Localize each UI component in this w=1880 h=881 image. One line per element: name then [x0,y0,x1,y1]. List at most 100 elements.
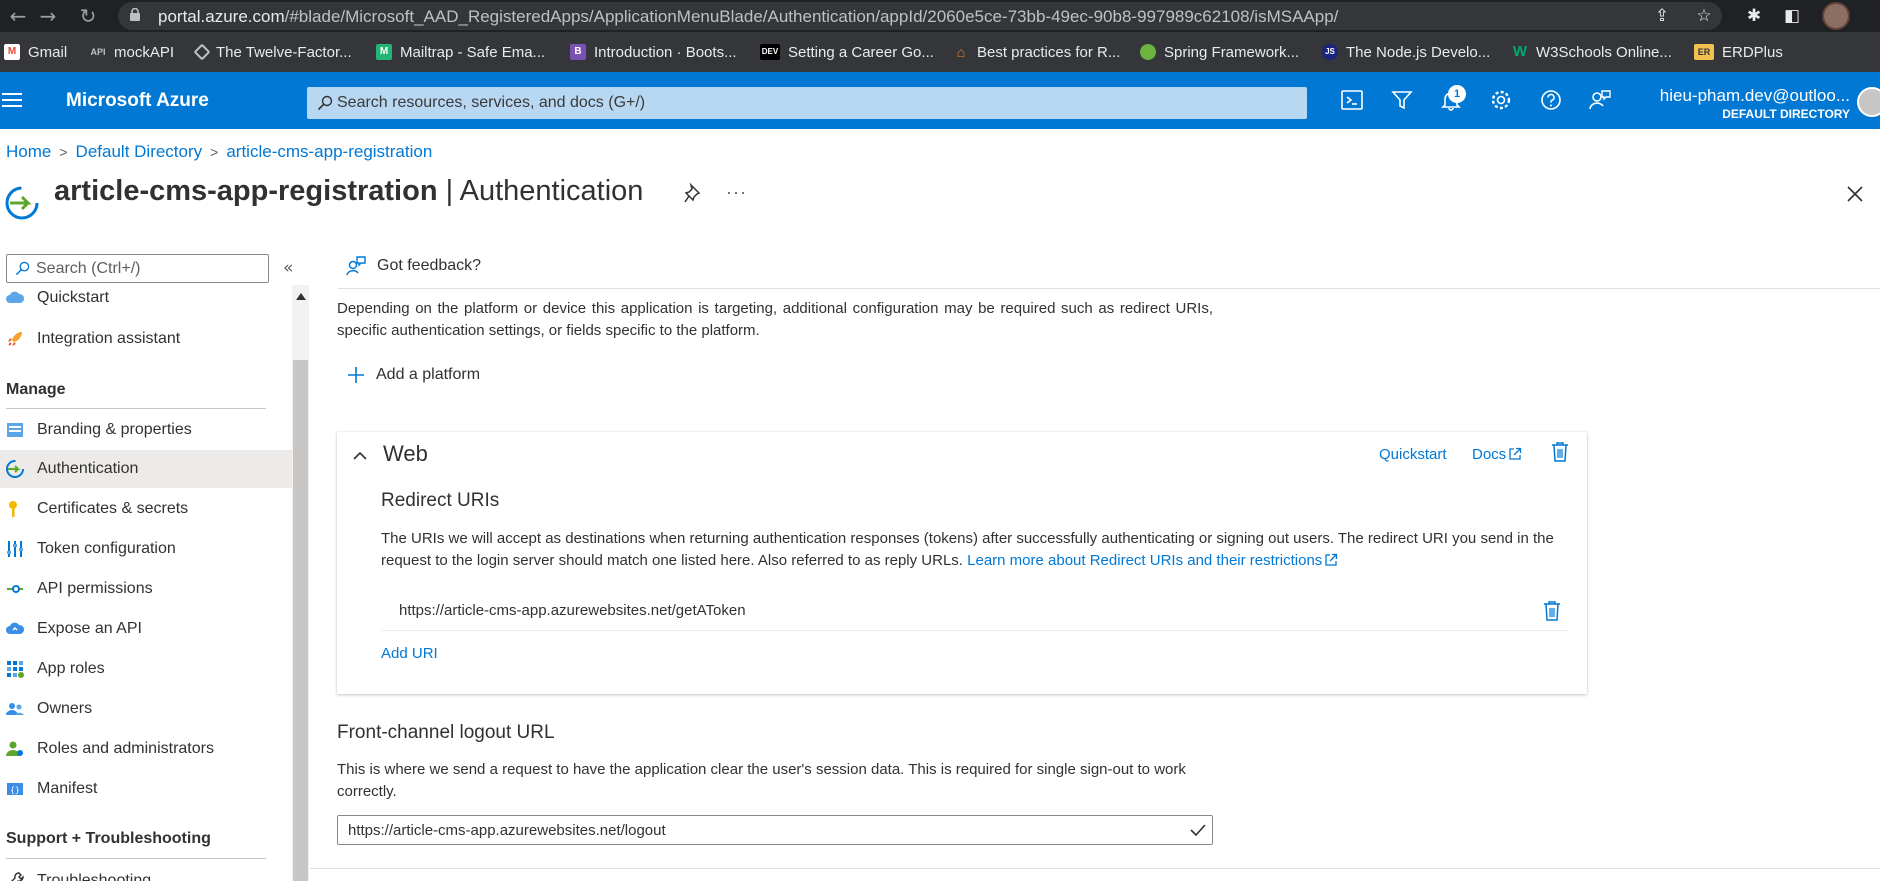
delete-uri-trash-icon[interactable] [1543,600,1561,622]
account-avatar[interactable] [1857,87,1880,117]
bookmark-gmail[interactable]: M Gmail [4,42,67,62]
bookmark-bootstrap[interactable]: B Introduction · Boots... [570,42,737,62]
sidebar-item-troubleshooting[interactable]: Troubleshooting [0,862,292,881]
bookmark-stackoverflow[interactable]: ⌂ Best practices for R... [953,42,1121,62]
back-arrow-icon[interactable]: ← [6,4,30,28]
got-feedback-button[interactable]: Got feedback? [345,255,481,277]
spring-icon [1140,44,1156,60]
global-search[interactable] [307,87,1307,119]
address-bar[interactable]: portal.azure.com/#blade/Microsoft_AAD_Re… [118,2,1722,30]
feedback-label: Got feedback? [377,257,482,274]
breadcrumb-default-directory[interactable]: Default Directory [76,142,203,162]
sidebar-item-api-permissions[interactable]: API permissions [0,570,292,608]
docs-link[interactable]: Docs [1472,446,1522,463]
sidebar-item-label: Troubleshooting [37,872,152,881]
add-platform-button[interactable]: Add a platform [346,365,480,385]
sidebar-search-input[interactable] [36,255,264,282]
breadcrumb-app-registration[interactable]: article-cms-app-registration [226,142,432,162]
w3schools-icon: W [1512,43,1528,60]
account-menu[interactable]: hieu-pham.dev@outloo... DEFAULT DIRECTOR… [1650,86,1850,121]
sidebar-section-support: Support + Troubleshooting [6,830,211,847]
sidebar-item-manifest[interactable]: {} Manifest [0,770,292,808]
extensions-puzzle-icon[interactable]: ✱ [1742,4,1766,28]
front-channel-logout-field[interactable] [337,815,1213,845]
sidebar-item-owners[interactable]: Owners [0,690,292,728]
sidebar-scroll-thumb[interactable] [293,360,308,881]
share-icon[interactable]: ⇪ [1650,4,1674,28]
gmail-icon: M [4,44,20,60]
more-options-icon[interactable]: ··· [726,182,747,203]
bookmark-nodejs[interactable]: JS The Node.js Develo... [1322,42,1490,62]
chevron-up-icon[interactable] [353,449,367,463]
sidebar-item-quickstart[interactable]: Quickstart [0,285,292,317]
search-icon [15,261,30,276]
wrench-icon [11,872,24,881]
bookmark-twelve-factor[interactable]: The Twelve-Factor... [193,42,352,62]
sidebar-item-label: Certificates & secrets [37,500,189,517]
sidebar-item-token-configuration[interactable]: Token configuration [0,530,292,568]
bookmark-mockapi[interactable]: API mockAPI [90,42,174,62]
page-description: Depending on the platform or device this… [337,300,1213,339]
feedback-person-icon [346,256,366,276]
redirect-uris-description: The URIs we will accept as destinations … [381,528,1567,572]
bookmark-mailtrap[interactable]: M Mailtrap - Safe Ema... [376,42,545,62]
close-icon[interactable] [1844,183,1866,205]
redirect-uri-value[interactable]: https://article-cms-app.azurewebsites.ne… [399,602,746,619]
breadcrumb: Home > Default Directory > article-cms-a… [6,142,432,162]
token-config-icon [7,541,23,557]
settings-gear-icon[interactable] [1488,87,1514,113]
sidebar-item-roles-administrators[interactable]: Roles and administrators [0,730,292,768]
sidebar-nav: Quickstart Integration assistant Manage … [0,285,292,881]
pin-icon[interactable] [683,182,705,204]
bookmark-star-icon[interactable]: ☆ [1692,4,1716,28]
sidebar-item-label: Quickstart [37,289,110,306]
bookmark-dev[interactable]: DEV Setting a Career Go... [760,42,934,62]
front-channel-logout-input[interactable] [348,816,1178,844]
account-name: hieu-pham.dev@outloo... [1659,86,1850,105]
directory-filter-icon[interactable] [1389,87,1415,113]
forward-arrow-icon[interactable]: → [36,4,60,28]
sidebar-item-integration-assistant[interactable]: Integration assistant [0,320,292,358]
sidebar-item-label: Token configuration [37,540,176,557]
branding-icon [7,423,23,437]
checkmark-icon [1190,824,1206,837]
sidebar-item-expose-api[interactable]: Expose an API [0,610,292,648]
cloud-shell-icon[interactable] [1339,87,1365,113]
bookmark-spring[interactable]: Spring Framework... [1140,42,1299,62]
url-domain: portal.azure.com [158,7,285,26]
add-uri-link[interactable]: Add URI [381,645,438,662]
sidebar-item-branding[interactable]: Branding & properties [0,411,292,449]
nodejs-icon: JS [1322,44,1338,60]
delete-platform-trash-icon[interactable] [1551,441,1569,463]
bookmark-label: mockAPI [114,43,175,61]
reload-icon[interactable]: ↻ [76,4,100,28]
feedback-person-icon[interactable] [1587,87,1613,113]
add-platform-label: Add a platform [376,366,481,383]
learn-more-redirect-link[interactable]: Learn more about Redirect URIs and their… [967,552,1338,569]
bookmark-w3schools[interactable]: W W3Schools Online... [1512,42,1672,62]
azure-top-bar: Microsoft Azure [0,72,1880,129]
redirect-uri-row[interactable]: https://article-cms-app.azurewebsites.ne… [381,595,1567,631]
sidebar-item-label: Manifest [37,780,98,797]
sidebar-item-authentication[interactable]: Authentication [0,450,292,488]
side-panel-icon[interactable]: ◧ [1780,4,1804,28]
scroll-up-arrow-icon[interactable] [296,293,306,300]
sidebar-item-app-roles[interactable]: App roles [0,650,292,688]
page-title-app: article-cms-app-registration [54,175,438,207]
bookmark-erdplus[interactable]: ER ERDPlus [1694,42,1783,62]
learn-more-label: Learn more about Redirect URIs and their… [967,552,1323,569]
roles-admins-icon [6,741,23,756]
global-search-input[interactable] [337,87,1297,119]
external-link-icon [1509,447,1522,460]
hamburger-menu-icon[interactable] [2,90,22,110]
collapse-sidebar-icon[interactable]: « [283,258,293,278]
browser-profile-avatar[interactable] [1822,2,1850,30]
sidebar-item-certificates[interactable]: Certificates & secrets [0,490,292,528]
bookmark-label: Best practices for R... [977,43,1121,61]
sidebar-search[interactable] [6,254,269,283]
plus-icon [348,367,364,383]
help-question-icon[interactable] [1538,87,1564,113]
azure-brand[interactable]: Microsoft Azure [66,90,209,112]
quickstart-link[interactable]: Quickstart [1379,446,1447,463]
breadcrumb-home[interactable]: Home [6,142,51,162]
